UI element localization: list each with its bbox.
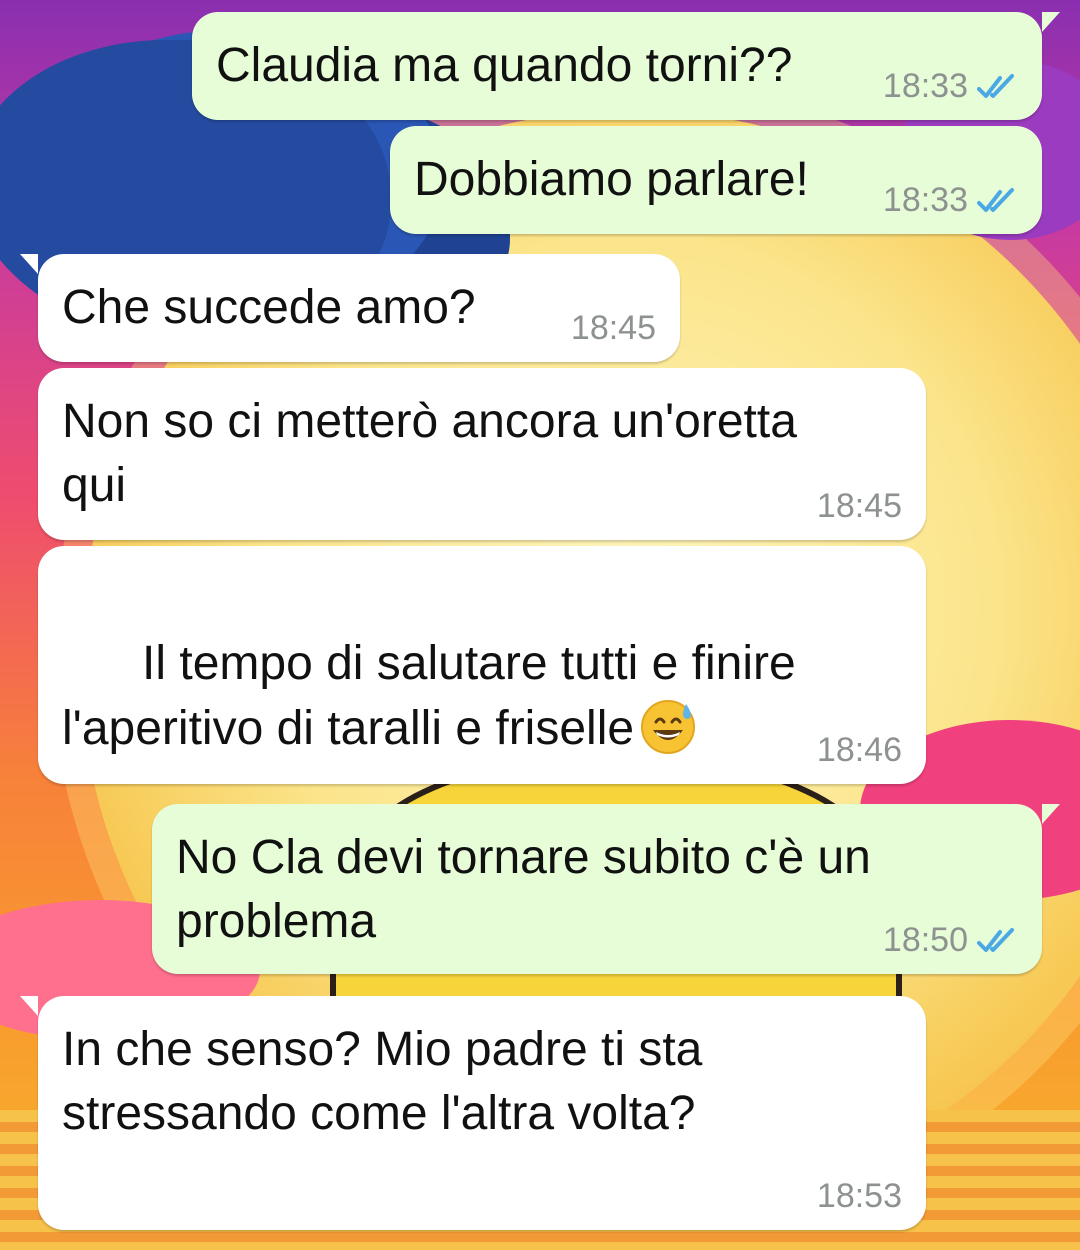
message-text: No Cla devi tornare subito c'è un proble… <box>176 831 871 948</box>
double-check-icon <box>977 187 1014 212</box>
outgoing-message[interactable]: Claudia ma quando torni?? 18:33 <box>192 12 1060 120</box>
message-time: 18:46 <box>816 731 902 769</box>
chat-message-list[interactable]: Claudia ma quando torni?? 18:33 Dobbiamo… <box>0 0 1080 1250</box>
message-text: Dobbiamo parlare! <box>414 153 809 206</box>
message-text: Che succede amo? <box>62 281 476 334</box>
incoming-message[interactable]: Non so ci metterò ancora un'oretta qui 1… <box>38 368 926 540</box>
message-meta: 18:33 <box>883 181 1020 220</box>
message-meta: 18:50 <box>883 921 1020 960</box>
bubble-tail <box>1042 804 1060 824</box>
message-meta: 18:53 <box>817 1177 902 1216</box>
message-text: In che senso? Mio padre ti sta stressand… <box>62 1023 703 1140</box>
message-text: Claudia ma quando torni?? <box>216 39 793 92</box>
incoming-message[interactable]: In che senso? Mio padre ti sta stressand… <box>20 996 926 1230</box>
message-time: 18:53 <box>816 1177 902 1215</box>
bubble-tail <box>20 254 38 274</box>
incoming-message[interactable]: Che succede amo? 18:45 <box>20 254 680 362</box>
double-check-icon <box>977 927 1014 952</box>
message-time: 18:33 <box>882 67 968 105</box>
double-check-icon <box>977 73 1014 98</box>
bubble-tail <box>1042 12 1060 32</box>
bubble-tail <box>20 996 38 1016</box>
message-meta: 18:45 <box>817 487 902 526</box>
message-text-block: Il tempo di salutare tutti e finire l'ap… <box>62 568 796 825</box>
grinning-sweat-emoji <box>641 700 696 754</box>
message-meta: 18:33 <box>883 67 1020 106</box>
message-meta: 18:45 <box>571 309 656 348</box>
message-time: 18:33 <box>882 181 968 219</box>
message-text: Non so ci metterò ancora un'oretta qui <box>62 395 797 512</box>
message-time: 18:45 <box>570 309 656 347</box>
message-meta: 18:46 <box>817 731 902 770</box>
message-time: 18:45 <box>816 487 902 525</box>
outgoing-message[interactable]: Dobbiamo parlare! 18:33 <box>390 126 1042 234</box>
message-time: 18:50 <box>882 921 968 959</box>
outgoing-message[interactable]: No Cla devi tornare subito c'è un proble… <box>152 804 1060 974</box>
incoming-message[interactable]: Il tempo di salutare tutti e finire l'ap… <box>38 546 926 784</box>
